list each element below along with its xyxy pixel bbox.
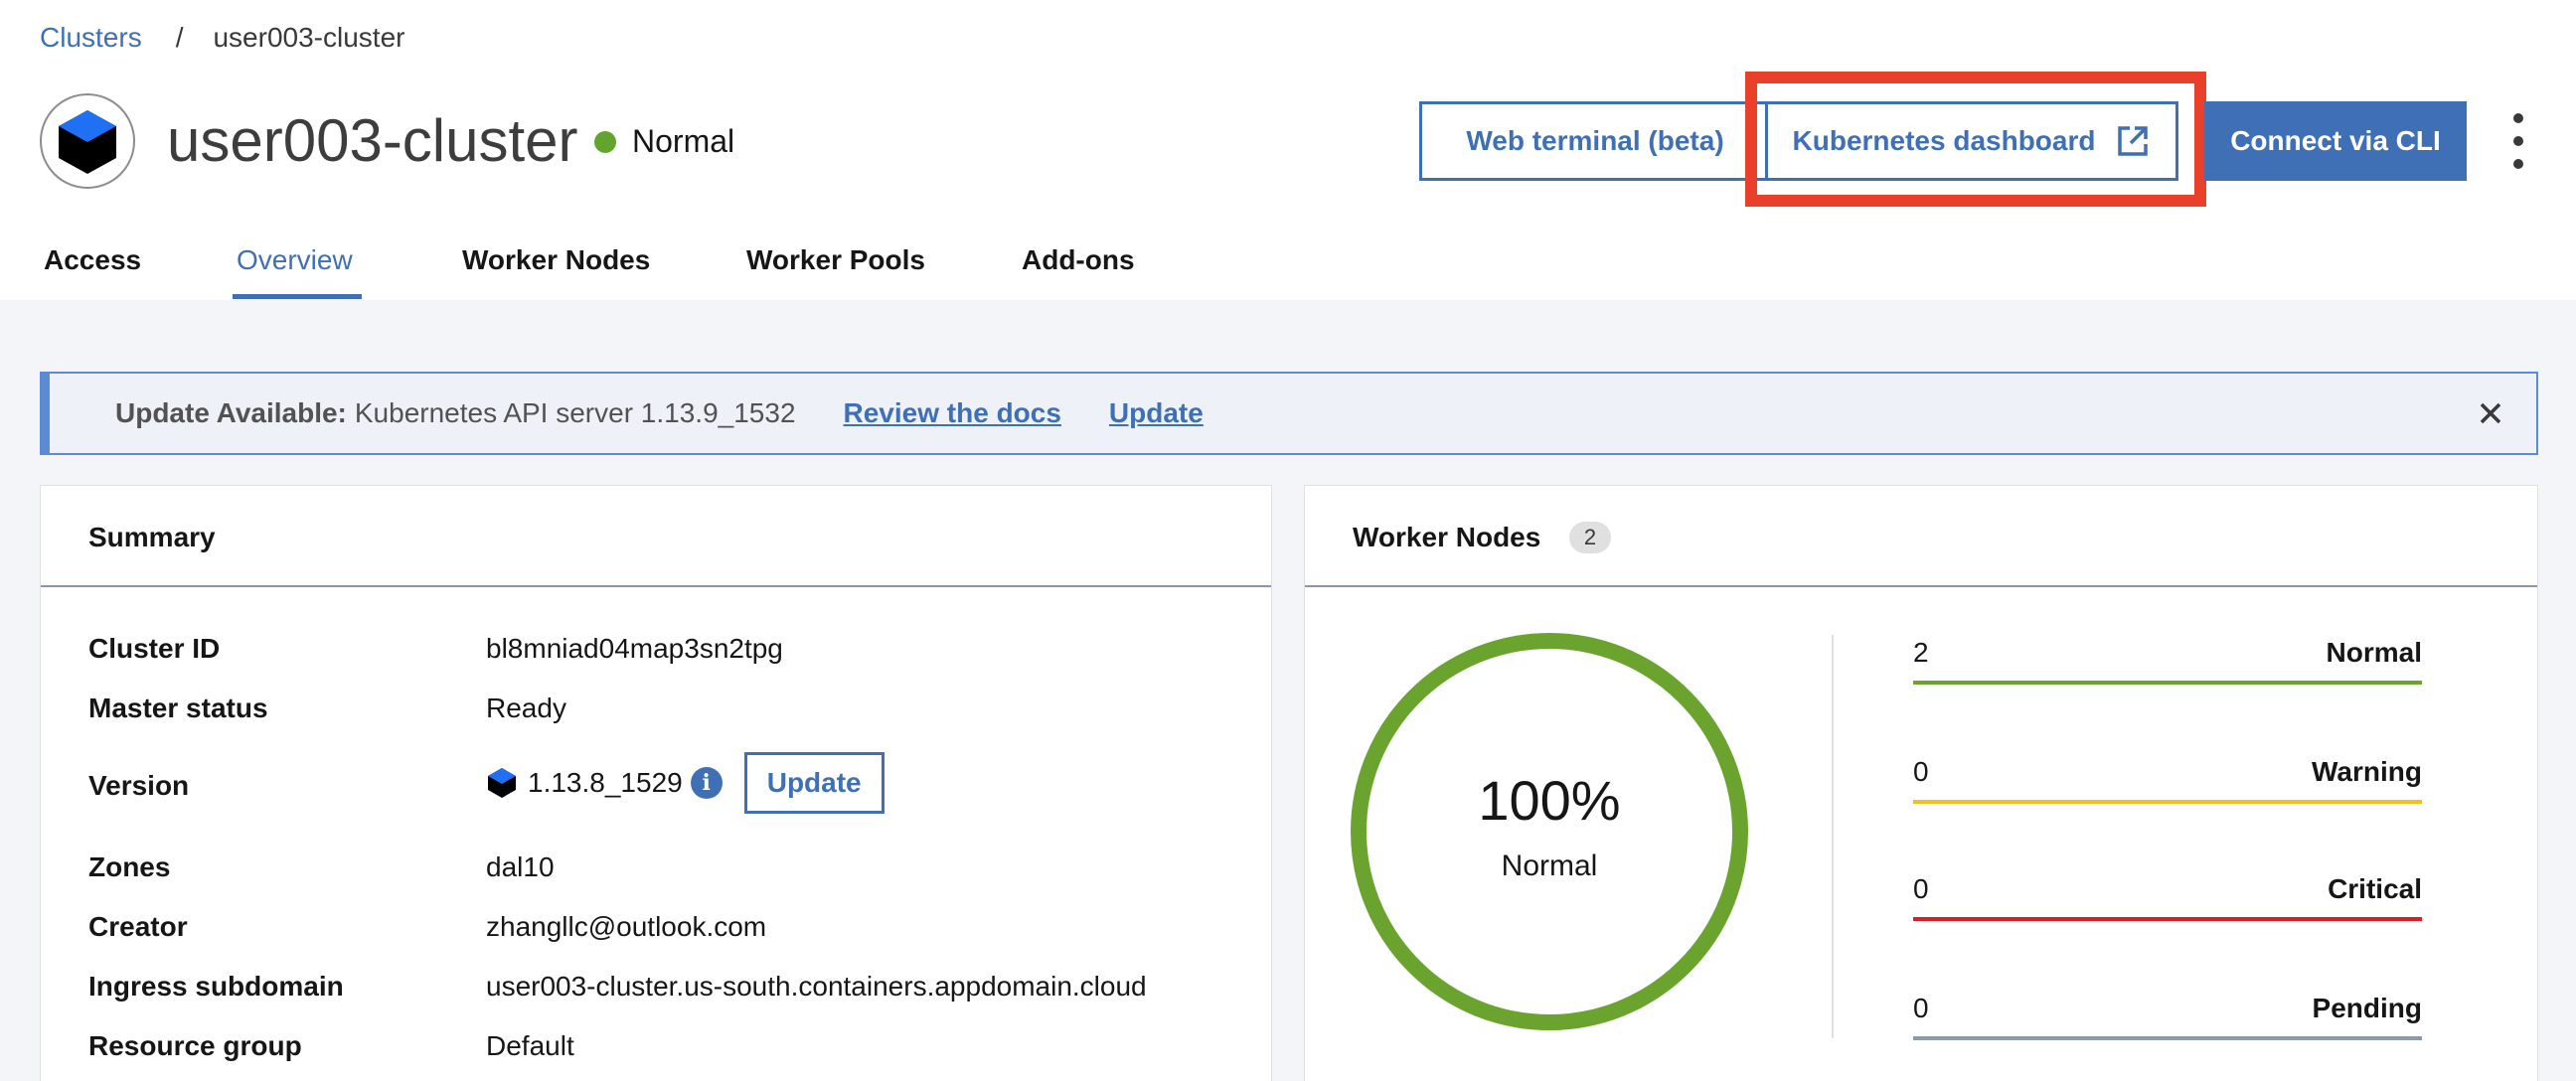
stat-label: Pending (2312, 993, 2422, 1023)
row-key: Master status (88, 693, 268, 723)
stat-normal: 2 Normal (1913, 637, 2422, 685)
row-value: Ready (486, 693, 566, 723)
cluster-status: Normal (594, 123, 734, 160)
row-value: zhangllc@outlook.com (486, 911, 767, 942)
tab-access[interactable]: Access (44, 244, 141, 306)
connect-via-cli-label: Connect via CLI (2230, 125, 2441, 156)
stat-label: Critical (2328, 873, 2422, 904)
stat-bar (1913, 1036, 2422, 1040)
page-title: user003-cluster (167, 107, 578, 174)
row-key: Cluster ID (88, 633, 221, 664)
status-dot-icon (594, 130, 616, 153)
tab-worker-pools[interactable]: Worker Pools (746, 244, 925, 306)
row-key: Version (88, 770, 190, 801)
tab-worker-nodes[interactable]: Worker Nodes (462, 244, 650, 306)
page-header: Clusters / user003-cluster user003-clust… (0, 0, 2576, 300)
version-value: 1.13.8_1529 i Update (486, 752, 885, 814)
vertical-divider (1832, 635, 1834, 1038)
row-key: Creator (88, 911, 188, 942)
breadcrumb: Clusters / user003-cluster (40, 22, 404, 54)
summary-title: Summary (88, 522, 216, 552)
worker-health-ring: 100% Normal (1349, 631, 1750, 1032)
breadcrumb-separator: / (175, 22, 184, 53)
breadcrumb-clusters-link[interactable]: Clusters (40, 22, 142, 54)
row-value: user003-cluster.us-south.containers.appd… (486, 971, 1147, 1002)
card-divider (41, 585, 1271, 587)
stat-warning: 0 Warning (1913, 756, 2422, 804)
stat-critical: 0 Critical (1913, 873, 2422, 921)
tab-add-ons[interactable]: Add-ons (1022, 244, 1135, 306)
info-icon[interactable]: i (690, 767, 723, 799)
health-percent-label: Normal (1501, 849, 1598, 882)
summary-card: Summary Cluster ID bl8mniad04map3sn2tpg … (40, 485, 1272, 1081)
worker-count-badge: 2 (1569, 522, 1611, 553)
stat-count: 0 (1913, 873, 1929, 904)
kubernetes-cluster-icon (40, 93, 135, 189)
row-value: Default (486, 1030, 574, 1061)
stat-count: 0 (1913, 993, 1929, 1023)
stat-bar (1913, 681, 2422, 685)
active-tab-indicator (233, 294, 362, 299)
close-icon[interactable] (2473, 395, 2508, 431)
notification-title: Update Available: (115, 397, 347, 428)
worker-nodes-title: Worker Nodes (1353, 522, 1541, 552)
row-key: Zones (88, 851, 171, 882)
version-text: 1.13.8_1529 (528, 767, 683, 798)
worker-nodes-card: Worker Nodes 2 100% Normal 2 Normal 0 Wa… (1304, 485, 2538, 1081)
stat-bar (1913, 917, 2422, 921)
breadcrumb-current: user003-cluster (213, 22, 405, 53)
web-terminal-label: Web terminal (beta) (1466, 125, 1724, 156)
stat-count: 0 (1913, 756, 1929, 787)
review-docs-link[interactable]: Review the docs (844, 397, 1061, 429)
version-update-button[interactable]: Update (743, 752, 885, 814)
card-divider (1305, 585, 2537, 587)
kubernetes-dashboard-button[interactable]: Kubernetes dashboard (1765, 101, 2178, 181)
stat-bar (1913, 800, 2422, 804)
update-notification: Update Available: Kubernetes API server … (40, 372, 2538, 455)
notification-text: Kubernetes API server 1.13.9_1532 (354, 397, 796, 428)
kubernetes-dashboard-label: Kubernetes dashboard (1792, 125, 2096, 156)
health-percent: 100% (1478, 769, 1621, 832)
stat-label: Normal (2326, 637, 2422, 668)
launch-external-icon (2118, 126, 2149, 156)
update-link[interactable]: Update (1109, 397, 1204, 429)
row-value: dal10 (486, 851, 555, 882)
stat-pending: 0 Pending (1913, 993, 2422, 1040)
row-key: Resource group (88, 1030, 302, 1061)
status-text: Normal (632, 123, 735, 159)
kubernetes-version-icon (488, 768, 516, 798)
row-value: bl8mniad04map3sn2tpg (486, 633, 783, 664)
row-key: Ingress subdomain (88, 971, 344, 1002)
stat-count: 2 (1913, 637, 1929, 668)
overflow-menu-icon[interactable] (2506, 113, 2530, 169)
connect-via-cli-button[interactable]: Connect via CLI (2204, 101, 2467, 181)
stat-label: Warning (2312, 756, 2422, 787)
web-terminal-button[interactable]: Web terminal (beta) (1419, 101, 1771, 181)
